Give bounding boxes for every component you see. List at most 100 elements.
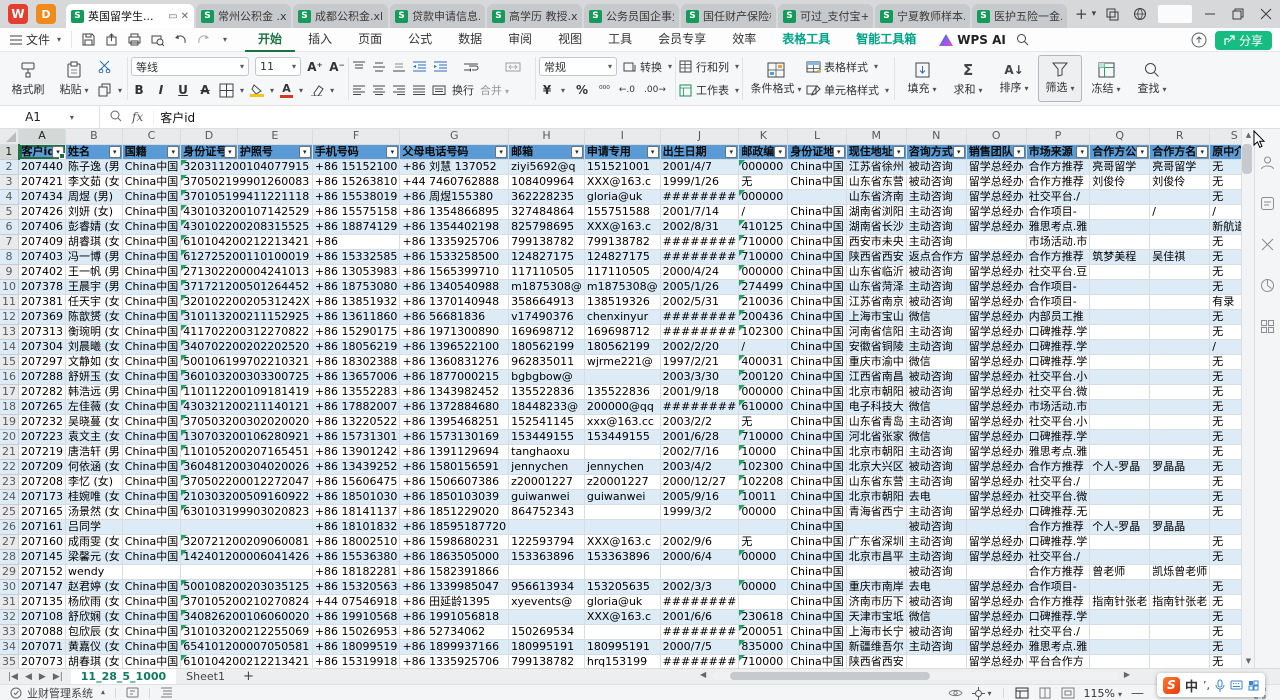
cell[interactable]: 无: [1210, 159, 1241, 174]
decrease-decimal-button[interactable]: .00→: [644, 85, 666, 95]
cell[interactable]: 河北省张家: [846, 429, 906, 444]
cell[interactable]: [1150, 534, 1210, 549]
cell[interactable]: +86 1573130169: [400, 429, 509, 444]
search-icon[interactable]: [1016, 33, 1029, 46]
cell[interactable]: 962835011: [509, 354, 585, 369]
cell[interactable]: 370105200210270824: [181, 594, 313, 609]
row-number-16[interactable]: 16: [0, 369, 19, 384]
cell[interactable]: 指南针张老: [1150, 594, 1210, 609]
header-cell[interactable]: 身份证地▾: [788, 144, 846, 159]
cell[interactable]: +86 15536380: [312, 549, 400, 564]
cell[interactable]: 无: [1210, 174, 1241, 189]
percent-format-button[interactable]: %: [574, 83, 590, 97]
cell[interactable]: 00000: [739, 579, 788, 594]
column-letter-Q[interactable]: Q: [1090, 129, 1150, 144]
cell[interactable]: 956613934: [509, 579, 585, 594]
cell[interactable]: 200000@qq: [584, 399, 660, 414]
tab-screen-icon[interactable]: ▭: [168, 11, 177, 22]
cell[interactable]: 陕西省西安: [846, 249, 906, 264]
cell[interactable]: 200051: [739, 624, 788, 639]
cell[interactable]: 合作项目-: [1026, 294, 1090, 309]
file-menu-button[interactable]: 文件▾: [0, 28, 71, 51]
cell[interactable]: China中国: [122, 264, 180, 279]
cell[interactable]: China中国: [122, 384, 180, 399]
cell[interactable]: [1150, 264, 1210, 279]
filter-dropdown-icon[interactable]: ▾: [571, 146, 583, 158]
cell[interactable]: 无: [1210, 414, 1241, 429]
cell[interactable]: 合作项目-: [1026, 204, 1090, 219]
cell[interactable]: 留学总经办: [966, 654, 1026, 668]
menu-item-工具[interactable]: 工具: [595, 28, 645, 52]
filter-dropdown-icon[interactable]: ▾: [1196, 146, 1208, 158]
cell[interactable]: 山东省菏泽: [846, 279, 906, 294]
wps-ai-button[interactable]: WPS AI: [939, 33, 1006, 47]
cell[interactable]: 留学总经办: [966, 294, 1026, 309]
cell[interactable]: [1090, 339, 1150, 354]
cell[interactable]: 207406: [19, 219, 66, 234]
cell[interactable]: 无: [1210, 309, 1241, 324]
cell[interactable]: 刘妍 (女): [66, 204, 123, 219]
cell[interactable]: 200120: [739, 369, 788, 384]
cell[interactable]: 207440: [19, 159, 66, 174]
cell[interactable]: [1150, 489, 1210, 504]
row-number-30[interactable]: 30: [0, 579, 19, 594]
cell[interactable]: 社交平台.小: [1026, 369, 1090, 384]
spreadsheet-grid[interactable]: ABCDEFGHIJKLMNOPQRSTU1客户id▾姓名▾国籍▾身份证号▾护照…: [0, 129, 1241, 668]
cell[interactable]: +86 18056219: [312, 339, 400, 354]
cell[interactable]: 2003/3/30: [660, 369, 739, 384]
row-number-23[interactable]: 23: [0, 474, 19, 489]
cell[interactable]: 207265: [19, 399, 66, 414]
cell[interactable]: 207426: [19, 204, 66, 219]
document-tab[interactable]: S国任财产保险样本.x: [681, 4, 776, 28]
cell[interactable]: 207161: [19, 519, 66, 534]
cell[interactable]: 00000: [739, 504, 788, 519]
cell[interactable]: 社交平台./: [1026, 624, 1090, 639]
cell[interactable]: 罗晶晶: [1150, 459, 1210, 474]
cell[interactable]: China中国: [788, 654, 846, 668]
cell[interactable]: [1150, 189, 1210, 204]
document-tab[interactable]: S医护五险一金.xlsx: [972, 4, 1067, 28]
eye-protect-icon[interactable]: [948, 688, 963, 698]
cell[interactable]: 180562199: [584, 339, 660, 354]
cell[interactable]: 社交平台.微: [1026, 489, 1090, 504]
cell[interactable]: 留学总经办: [966, 534, 1026, 549]
cell[interactable]: [1090, 324, 1150, 339]
header-cell[interactable]: 原中介机▾: [1210, 144, 1241, 159]
cell[interactable]: 天津市宝坻: [846, 609, 906, 624]
cell[interactable]: 2000/6/4: [660, 549, 739, 564]
sheet-tab[interactable]: 11_28_5_1000: [71, 669, 176, 685]
cell[interactable]: +86 刘慧 137052: [400, 159, 509, 174]
cell[interactable]: 北京大兴区: [846, 459, 906, 474]
cell[interactable]: 200436: [739, 309, 788, 324]
decrease-font-button[interactable]: A⁻: [329, 60, 345, 74]
find-button[interactable]: 查找▾: [1130, 55, 1174, 102]
cell[interactable]: [1090, 189, 1150, 204]
cell[interactable]: 000000: [739, 384, 788, 399]
cell[interactable]: 微信: [906, 429, 966, 444]
vertical-scrollbar[interactable]: ▲ ▼: [1241, 129, 1254, 668]
cell[interactable]: 青海省西宁: [846, 504, 906, 519]
cell[interactable]: 主动咨询: [906, 234, 966, 249]
cell[interactable]: China中国: [122, 639, 180, 654]
cell[interactable]: 000000: [739, 159, 788, 174]
cell[interactable]: 2001/6/28: [660, 429, 739, 444]
cell[interactable]: +86 1565399710: [400, 264, 509, 279]
cell[interactable]: +86 13439252: [312, 459, 400, 474]
cell[interactable]: 370105199411221118: [181, 189, 313, 204]
cell[interactable]: 180995191: [509, 639, 585, 654]
cell[interactable]: /: [1210, 339, 1241, 354]
cell[interactable]: 亮哥留学: [1090, 159, 1150, 174]
cell[interactable]: 320311200104077915: [181, 159, 313, 174]
cell[interactable]: 留学总经办: [966, 249, 1026, 264]
document-tab[interactable]: S常州公积金 .xlsx: [196, 4, 291, 28]
ime-keyboard-icon[interactable]: [1230, 680, 1243, 690]
cell[interactable]: [1150, 579, 1210, 594]
cell[interactable]: +86 1354866895: [400, 204, 509, 219]
cell[interactable]: 117110505: [584, 264, 660, 279]
cell[interactable]: XXX@163.c: [584, 534, 660, 549]
cell[interactable]: China中国: [788, 429, 846, 444]
cell[interactable]: China中国: [122, 474, 180, 489]
add-sheet-button[interactable]: +: [243, 669, 254, 684]
cell[interactable]: 冯一博 (男: [66, 249, 123, 264]
merge-cells-label[interactable]: 合并▾: [480, 82, 509, 98]
